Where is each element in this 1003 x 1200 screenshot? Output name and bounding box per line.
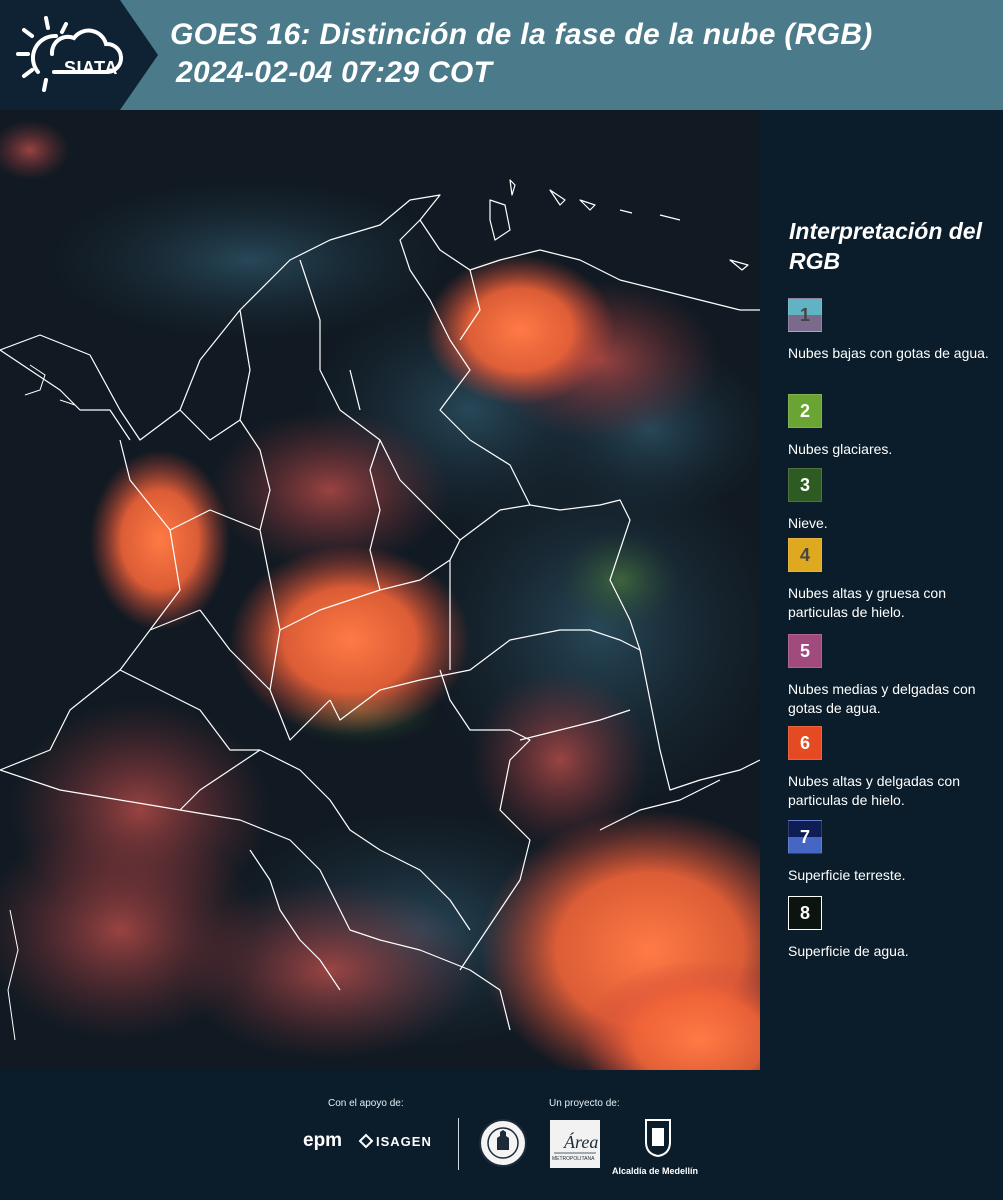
- page-title: GOES 16: Distinción de la fase de la nub…: [170, 16, 873, 92]
- legend-label-2: Nubes glaciares.: [788, 441, 893, 457]
- legend-swatch-7: 7: [788, 820, 822, 854]
- legend-item-4: 4 Nubes altas y gruesa con particulas de…: [788, 538, 998, 622]
- legend-item-2: 2 Nubes glaciares.: [788, 394, 998, 459]
- support-label: Con el apoyo de:: [328, 1098, 404, 1109]
- isagen-logo: ISAGEN: [376, 1134, 432, 1149]
- isagen-icon: [358, 1133, 374, 1149]
- legend-number-4: 4: [799, 544, 810, 565]
- legend-number-8: 8: [799, 902, 810, 923]
- legend-label-5: Nubes medias y delgadas con gotas de agu…: [788, 681, 976, 716]
- header-bar: SIATA GOES 16: Distinción de la fase de …: [0, 0, 1003, 110]
- legend-number-6: 6: [799, 732, 810, 753]
- legend-label-4: Nubes altas y gruesa con particulas de h…: [788, 585, 946, 620]
- epm-logo: epm: [303, 1130, 343, 1151]
- university-seal-icon: [479, 1119, 527, 1167]
- area-metropolitana-icon: Área METROPOLITANA: [552, 1131, 598, 1162]
- legend-item-8: 8 Superficie de agua.: [788, 896, 998, 961]
- project-label: Un proyecto de:: [549, 1098, 620, 1109]
- siata-logo: SIATA: [16, 14, 126, 94]
- legend-number-5: 5: [799, 640, 810, 661]
- rgb-satellite-image: [0, 110, 760, 1070]
- legend-number-1: 1: [799, 304, 810, 325]
- legend-label-3: Nieve.: [788, 515, 828, 531]
- legend-item-6: 6 Nubes altas y delgadas con particulas …: [788, 726, 998, 810]
- legend-label-8: Superficie de agua.: [788, 943, 909, 959]
- legend-swatch-2: 2: [788, 394, 822, 428]
- legend-label-6: Nubes altas y delgadas con particulas de…: [788, 773, 960, 808]
- area-logo-text: Área: [563, 1131, 598, 1152]
- legend-swatch-3: 3: [788, 468, 822, 502]
- legend-item-7: 7 Superficie terreste.: [788, 820, 998, 885]
- footer-divider: [458, 1118, 459, 1170]
- legend-swatch-5: 5: [788, 634, 822, 668]
- legend-number-7: 7: [799, 826, 810, 847]
- footer: Con el apoyo de: Un proyecto de: epm ISA…: [0, 1070, 1003, 1200]
- area-logo-sub: METROPOLITANA: [552, 1156, 595, 1162]
- legend-label-1: Nubes bajas con gotas de agua.: [788, 345, 989, 361]
- title-main: GOES 16: Distinción de la fase de la nub…: [170, 18, 873, 51]
- legend-swatch-4: 4: [788, 538, 822, 572]
- area-metropolitana-logo: Área METROPOLITANA: [550, 1120, 600, 1168]
- legend-title: Interpretación del RGB: [789, 218, 982, 274]
- sun-cloud-icon: [16, 16, 124, 92]
- legend-label-7: Superficie terreste.: [788, 867, 906, 883]
- legend-swatch-6: 6: [788, 726, 822, 760]
- legend-panel: Interpretación del RGB 1 Nubes bajas con…: [760, 110, 1003, 1070]
- legend-item-1: 1 Nubes bajas con gotas de agua.: [788, 298, 998, 363]
- alcaldia-medellin-logo: Alcaldía de Medellín: [612, 1166, 699, 1176]
- legend-number-2: 2: [799, 400, 810, 421]
- legend-item-5: 5 Nubes medias y delgadas con gotas de a…: [788, 634, 998, 718]
- title-timestamp: 2024-02-04 07:29 COT: [176, 56, 493, 89]
- satellite-map[interactable]: [0, 110, 760, 1070]
- medellin-shield-icon: [645, 1119, 671, 1158]
- legend-item-3: 3 Nieve.: [788, 468, 998, 533]
- legend-swatch-1: 1: [788, 298, 822, 332]
- legend-number-3: 3: [799, 474, 810, 495]
- legend-swatch-8: 8: [788, 896, 822, 930]
- siata-logo-text: SIATA: [64, 58, 118, 78]
